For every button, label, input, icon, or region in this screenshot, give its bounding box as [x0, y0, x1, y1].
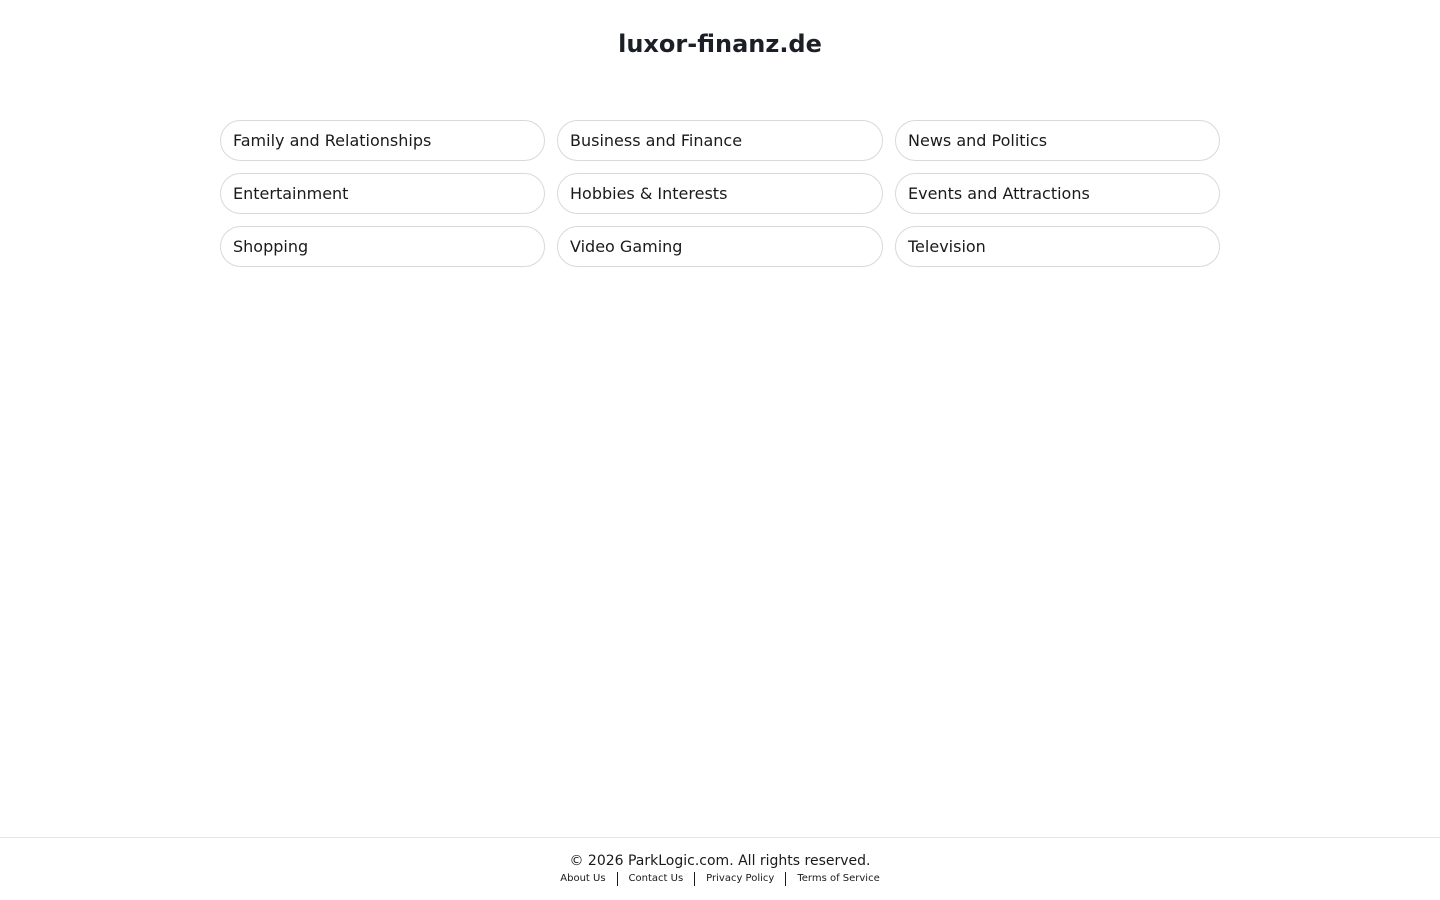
- link-hobbies-and-interests[interactable]: Hobbies & Interests: [557, 173, 883, 214]
- terms-of-service-link[interactable]: Terms of Service: [797, 872, 879, 886]
- link-news-and-politics[interactable]: News and Politics: [895, 120, 1220, 161]
- link-family-and-relationships[interactable]: Family and Relationships: [220, 120, 545, 161]
- related-links-grid: Family and Relationships Business and Fi…: [220, 120, 1220, 267]
- footer: © 2026 ParkLogic.com. All rights reserve…: [0, 837, 1440, 900]
- link-shopping[interactable]: Shopping: [220, 226, 545, 267]
- site-title: luxor-finanz.de: [618, 30, 822, 58]
- contact-us-link[interactable]: Contact Us: [629, 872, 684, 886]
- footer-links: About Us Contact Us Privacy Policy Terms…: [0, 872, 1440, 886]
- privacy-policy-link[interactable]: Privacy Policy: [706, 872, 774, 886]
- link-entertainment[interactable]: Entertainment: [220, 173, 545, 214]
- copyright-text: © 2026 ParkLogic.com. All rights reserve…: [569, 853, 871, 869]
- link-events-and-attractions[interactable]: Events and Attractions: [895, 173, 1220, 214]
- link-business-and-finance[interactable]: Business and Finance: [557, 120, 883, 161]
- page: luxor-finanz.de Family and Relationships…: [0, 0, 1440, 900]
- about-us-link[interactable]: About Us: [560, 872, 605, 886]
- footer-divider: [616, 872, 618, 886]
- footer-divider: [785, 872, 787, 886]
- link-video-gaming[interactable]: Video Gaming: [557, 226, 883, 267]
- footer-divider: [694, 872, 696, 886]
- link-television[interactable]: Television: [895, 226, 1220, 267]
